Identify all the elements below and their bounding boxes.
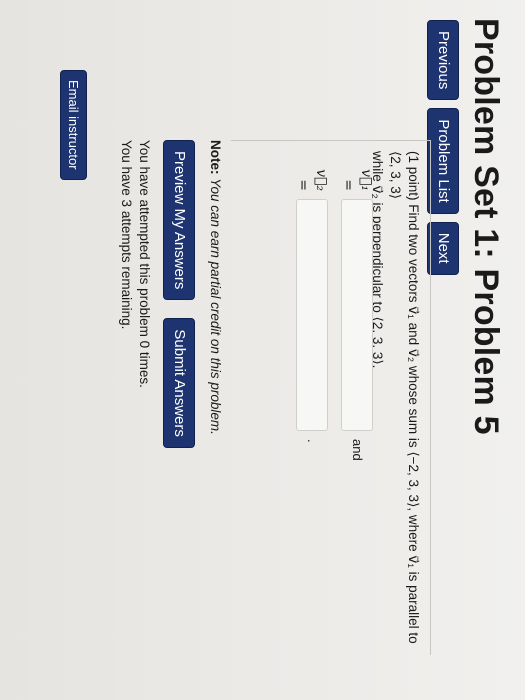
problem-nav: Previous Problem List Next: [427, 20, 459, 275]
preview-answers-button[interactable]: Preview My Answers: [163, 140, 195, 301]
v1-answer-row: v⃗₁ = and: [339, 163, 375, 461]
answer-actions: Preview My Answers Submit Answers: [163, 140, 195, 448]
problem-statement: (1 point) Find two vectors v⃗₁ and v⃗₂ w…: [388, 151, 421, 644]
remaining-text: You have 3 attempts remaining.: [119, 140, 134, 330]
attempted-text: You have attempted this problem 0 times.: [137, 140, 152, 388]
period-text: .: [305, 439, 320, 443]
v2-answer-row: v⃗₂ = .: [294, 163, 330, 443]
email-instructor-button[interactable]: Email instructor: [60, 70, 87, 180]
previous-button[interactable]: Previous: [427, 20, 459, 101]
submit-answers-button[interactable]: Submit Answers: [163, 318, 195, 448]
page-title: Problem Set 1: Problem 5: [467, 18, 505, 435]
v1-label: v⃗₁ =: [340, 169, 374, 191]
attempt-status: You have attempted this problem 0 times.…: [117, 140, 153, 388]
v1-answer-input[interactable]: [341, 199, 373, 431]
note-text: You can earn partial credit on this prob…: [208, 178, 223, 435]
v2-label: v⃗₂ =: [295, 169, 329, 191]
v2-answer-input[interactable]: [296, 199, 328, 431]
problem-page: Problem Set 1: Problem 5 Previous Proble…: [0, 0, 525, 700]
note-label: Note:: [208, 140, 223, 175]
next-button[interactable]: Next: [427, 221, 459, 275]
problem-body: (1 point) Find two vectors v⃗₁ and v⃗₂ w…: [231, 140, 431, 655]
and-text: and: [350, 439, 365, 461]
problem-list-button[interactable]: Problem List: [427, 108, 459, 214]
email-instructor-area: Email instructor: [60, 70, 87, 180]
partial-credit-note: Note: You can earn partial credit on thi…: [208, 140, 223, 435]
